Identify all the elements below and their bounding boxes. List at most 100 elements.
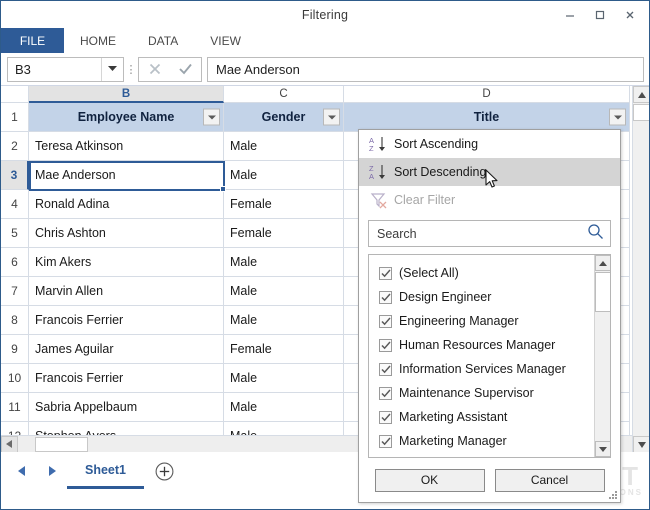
cell-b3[interactable]: Mae Anderson xyxy=(29,161,224,190)
select-all-corner[interactable] xyxy=(1,86,29,103)
tab-data[interactable]: DATA xyxy=(132,28,194,53)
cell-c4[interactable]: Female xyxy=(224,190,344,219)
svg-text:A: A xyxy=(369,172,374,181)
cell-c3[interactable]: Male xyxy=(224,161,344,190)
row-header-10[interactable]: 10 xyxy=(1,364,29,393)
list-item[interactable]: Marketing Assistant xyxy=(369,405,610,429)
list-item[interactable]: Information Services Manager xyxy=(369,357,610,381)
cell-b6[interactable]: Kim Akers xyxy=(29,248,224,277)
clear-filter-icon xyxy=(364,188,394,212)
row-header-2[interactable]: 2 xyxy=(1,132,29,161)
checkbox-checked-icon[interactable] xyxy=(379,435,392,448)
list-item[interactable]: Marketing Manager xyxy=(369,429,610,453)
cell-b8[interactable]: Francois Ferrier xyxy=(29,306,224,335)
column-header-c[interactable]: C xyxy=(224,86,344,103)
previous-sheet-icon[interactable] xyxy=(7,456,37,486)
table-header-gender[interactable]: Gender xyxy=(224,103,344,132)
cell-b9[interactable]: James Aguilar xyxy=(29,335,224,364)
menu-item-sort-ascending[interactable]: A Z Sort Ascending xyxy=(359,130,620,158)
list-scroll-thumb[interactable] xyxy=(595,272,611,312)
checkbox-checked-icon[interactable] xyxy=(379,291,392,304)
row-header-1[interactable]: 1 xyxy=(1,103,29,132)
cell-c5[interactable]: Female xyxy=(224,219,344,248)
add-sheet-icon[interactable] xyxy=(144,456,184,486)
filter-button-gender[interactable] xyxy=(323,109,340,126)
cell-b5[interactable]: Chris Ashton xyxy=(29,219,224,248)
cell-b11[interactable]: Sabria Appelbaum xyxy=(29,393,224,422)
row-header-6[interactable]: 6 xyxy=(1,248,29,277)
list-scroll-down-icon[interactable] xyxy=(595,441,611,457)
row-header-5[interactable]: 5 xyxy=(1,219,29,248)
checkbox-checked-icon[interactable] xyxy=(379,315,392,328)
cell-c10[interactable]: Male xyxy=(224,364,344,393)
minimize-icon[interactable] xyxy=(555,2,585,28)
vertical-scrollbar[interactable] xyxy=(632,86,649,452)
row-header-4[interactable]: 4 xyxy=(1,190,29,219)
cell-c11[interactable]: Male xyxy=(224,393,344,422)
scroll-left-icon[interactable] xyxy=(1,436,18,453)
ok-button[interactable]: OK xyxy=(375,469,485,492)
next-sheet-icon[interactable] xyxy=(37,456,67,486)
maximize-icon[interactable] xyxy=(585,2,615,28)
sheet-tab-sheet1[interactable]: Sheet1 xyxy=(67,453,144,489)
scroll-down-icon[interactable] xyxy=(633,436,649,452)
name-box-value: B3 xyxy=(8,62,101,77)
sort-za-icon: Z A xyxy=(364,160,394,184)
filter-button-employee-name[interactable] xyxy=(203,109,220,126)
list-item[interactable]: Design Engineer xyxy=(369,285,610,309)
tab-home[interactable]: HOME xyxy=(64,28,132,53)
search-input[interactable]: Search xyxy=(368,220,611,247)
list-item[interactable]: (Select All) xyxy=(369,261,610,285)
filter-button-title[interactable] xyxy=(609,109,626,126)
filter-list-scrollbar[interactable] xyxy=(594,255,610,457)
checkbox-checked-icon[interactable] xyxy=(379,267,392,280)
tab-file[interactable]: FILE xyxy=(1,28,64,53)
formula-input[interactable]: Mae Anderson xyxy=(207,57,644,82)
row-header-8[interactable]: 8 xyxy=(1,306,29,335)
scroll-up-icon[interactable] xyxy=(633,86,649,103)
cancel-x-icon[interactable] xyxy=(139,58,170,81)
vertical-scroll-thumb[interactable] xyxy=(633,104,649,121)
list-item[interactable]: Maintenance Supervisor xyxy=(369,381,610,405)
cell-b10[interactable]: Francois Ferrier xyxy=(29,364,224,393)
table-header-employee-name[interactable]: Employee Name xyxy=(29,103,224,132)
cell-c6[interactable]: Male xyxy=(224,248,344,277)
cell-c8[interactable]: Male xyxy=(224,306,344,335)
filter-dropdown-panel: A Z Sort Ascending Z A Sort Descending xyxy=(358,129,621,503)
chevron-down-icon[interactable] xyxy=(101,58,123,81)
cell-c2[interactable]: Male xyxy=(224,132,344,161)
list-item[interactable]: Human Resources Manager xyxy=(369,333,610,357)
horizontal-scroll-thumb[interactable] xyxy=(35,437,88,452)
table-header-title[interactable]: Title xyxy=(344,103,630,132)
accept-check-icon[interactable] xyxy=(170,58,201,81)
resize-grip[interactable] xyxy=(608,490,618,500)
formula-bar-grip: ⋮ xyxy=(124,57,138,82)
checkbox-checked-icon[interactable] xyxy=(379,363,392,376)
cell-b2[interactable]: Teresa Atkinson xyxy=(29,132,224,161)
name-box[interactable]: B3 xyxy=(7,57,124,82)
checkbox-checked-icon[interactable] xyxy=(379,411,392,424)
list-scroll-up-icon[interactable] xyxy=(595,255,611,271)
checkbox-checked-icon[interactable] xyxy=(379,339,392,352)
list-item-label: Engineering Manager xyxy=(399,314,519,328)
row-header-7[interactable]: 7 xyxy=(1,277,29,306)
svg-text:Z: Z xyxy=(369,144,374,153)
formula-bar: B3 ⋮ Mae Anderson xyxy=(1,54,649,85)
cell-b4[interactable]: Ronald Adina xyxy=(29,190,224,219)
checkbox-checked-icon[interactable] xyxy=(379,387,392,400)
search-icon[interactable] xyxy=(587,223,604,245)
cell-b7[interactable]: Marvin Allen xyxy=(29,277,224,306)
menu-item-sort-descending[interactable]: Z A Sort Descending xyxy=(359,158,620,186)
row-header-11[interactable]: 11 xyxy=(1,393,29,422)
row-header-3[interactable]: 3 xyxy=(1,161,29,190)
menu-item-label: Sort Descending xyxy=(394,165,486,179)
tab-view[interactable]: VIEW xyxy=(194,28,257,53)
cell-c9[interactable]: Female xyxy=(224,335,344,364)
list-item[interactable]: Engineering Manager xyxy=(369,309,610,333)
cell-c7[interactable]: Male xyxy=(224,277,344,306)
column-header-d[interactable]: D xyxy=(344,86,630,103)
close-icon[interactable] xyxy=(615,2,645,28)
cancel-button[interactable]: Cancel xyxy=(495,469,605,492)
column-header-b[interactable]: B xyxy=(29,86,224,103)
row-header-9[interactable]: 9 xyxy=(1,335,29,364)
